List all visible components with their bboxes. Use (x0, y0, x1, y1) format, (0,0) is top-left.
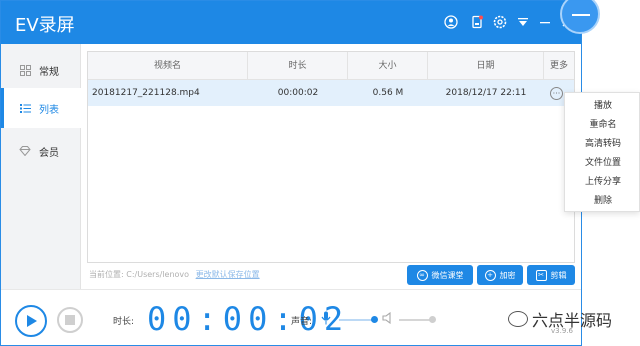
menu-item-file-location[interactable]: 文件位置 (565, 154, 640, 172)
context-menu: 播放 重命名 高清转码 文件位置 上传分享 删除 (564, 92, 640, 212)
wechat-class-button[interactable]: ∞ 微信课堂 (407, 265, 473, 285)
link-icon: ∞ (416, 269, 428, 281)
duration-label: 时长: (113, 317, 135, 327)
play-icon (27, 315, 37, 327)
cell-duration: 00:00:02 (277, 88, 319, 98)
menu-item-delete[interactable]: 删除 (565, 192, 640, 210)
mic-volume-slider[interactable] (339, 316, 378, 323)
minimize-icon[interactable] (537, 14, 553, 30)
menu-item-rename[interactable]: 重命名 (565, 116, 640, 134)
settings-icon[interactable] (492, 14, 508, 30)
encrypt-button[interactable]: + 加密 (477, 265, 523, 285)
clip-button[interactable]: ✂ 剪辑 (527, 265, 575, 285)
slider-handle[interactable] (429, 316, 436, 323)
sidebar-item-label: 会员 (39, 147, 59, 159)
scissors-icon: ✂ (535, 269, 547, 281)
slider-handle[interactable] (371, 316, 378, 323)
current-path-label: 当前位置: C:/Users/lenovo (89, 270, 190, 279)
microphone-icon[interactable] (321, 311, 331, 325)
cell-size: 0.56 M (372, 88, 404, 98)
stop-button[interactable] (57, 307, 83, 333)
user-icon[interactable] (443, 14, 459, 30)
table-row[interactable]: 20181217_221128.mp4 00:00:02 0.56 M 2018… (88, 80, 574, 106)
sidebar-item-list[interactable]: 列表 (1, 88, 81, 128)
column-header-size[interactable]: 大小 (348, 52, 428, 80)
save-path-bar: 当前位置: C:/Users/lenovo 更改默认保存位置 (89, 269, 260, 280)
diamond-icon (19, 145, 31, 157)
stop-icon (65, 315, 75, 325)
menu-item-upload-share[interactable]: 上传分享 (565, 173, 640, 191)
column-header-name[interactable]: 视频名 (88, 52, 248, 80)
table-header: 视频名 时长 大小 日期 更多 (88, 52, 574, 80)
speaker-icon[interactable] (382, 312, 394, 324)
floating-ball[interactable] (560, 0, 600, 34)
column-header-more: 更多 (549, 61, 568, 71)
wechat-icon (508, 311, 528, 327)
change-save-path-link[interactable]: 更改默认保存位置 (196, 270, 260, 279)
sidebar: 常规 列表 会员 (1, 44, 81, 289)
sidebar-item-label: 常规 (39, 66, 59, 78)
shield-icon: + (484, 269, 496, 281)
more-options-icon[interactable]: ··· (550, 87, 563, 100)
list-icon (19, 102, 31, 114)
version-label: v3.9.6 (551, 327, 573, 335)
file-icon[interactable] (469, 14, 485, 30)
play-button[interactable] (15, 305, 47, 337)
column-header-date[interactable]: 日期 (428, 52, 544, 80)
sidebar-item-member[interactable]: 会员 (1, 131, 81, 171)
app-window: EV录屏 常规 列表 会员 视频名 时长 大小 日期 更多 20181217_2… (0, 0, 582, 346)
speaker-volume-slider[interactable] (399, 316, 436, 323)
recording-controls: 时长: 00:00:02 声音: (1, 289, 581, 345)
sidebar-item-label: 列表 (39, 104, 59, 116)
column-header-duration[interactable]: 时长 (248, 52, 348, 80)
menu-item-play[interactable]: 播放 (565, 97, 640, 115)
grid-icon (19, 64, 31, 76)
sidebar-item-general[interactable]: 常规 (1, 50, 81, 90)
recording-timer: 00:00:02 (147, 300, 350, 338)
app-title: EV录屏 (15, 15, 75, 36)
volume-label: 声音: (291, 317, 313, 327)
recordings-table: 视频名 时长 大小 日期 更多 20181217_221128.mp4 00:0… (87, 51, 575, 263)
cell-date: 2018/12/17 22:11 (445, 88, 527, 98)
title-bar[interactable]: EV录屏 (1, 1, 581, 44)
menu-item-hd-transcode[interactable]: 高清转码 (565, 135, 640, 153)
cell-file-name: 20181217_221128.mp4 (92, 88, 200, 98)
menu-dropdown-icon[interactable] (515, 14, 531, 30)
